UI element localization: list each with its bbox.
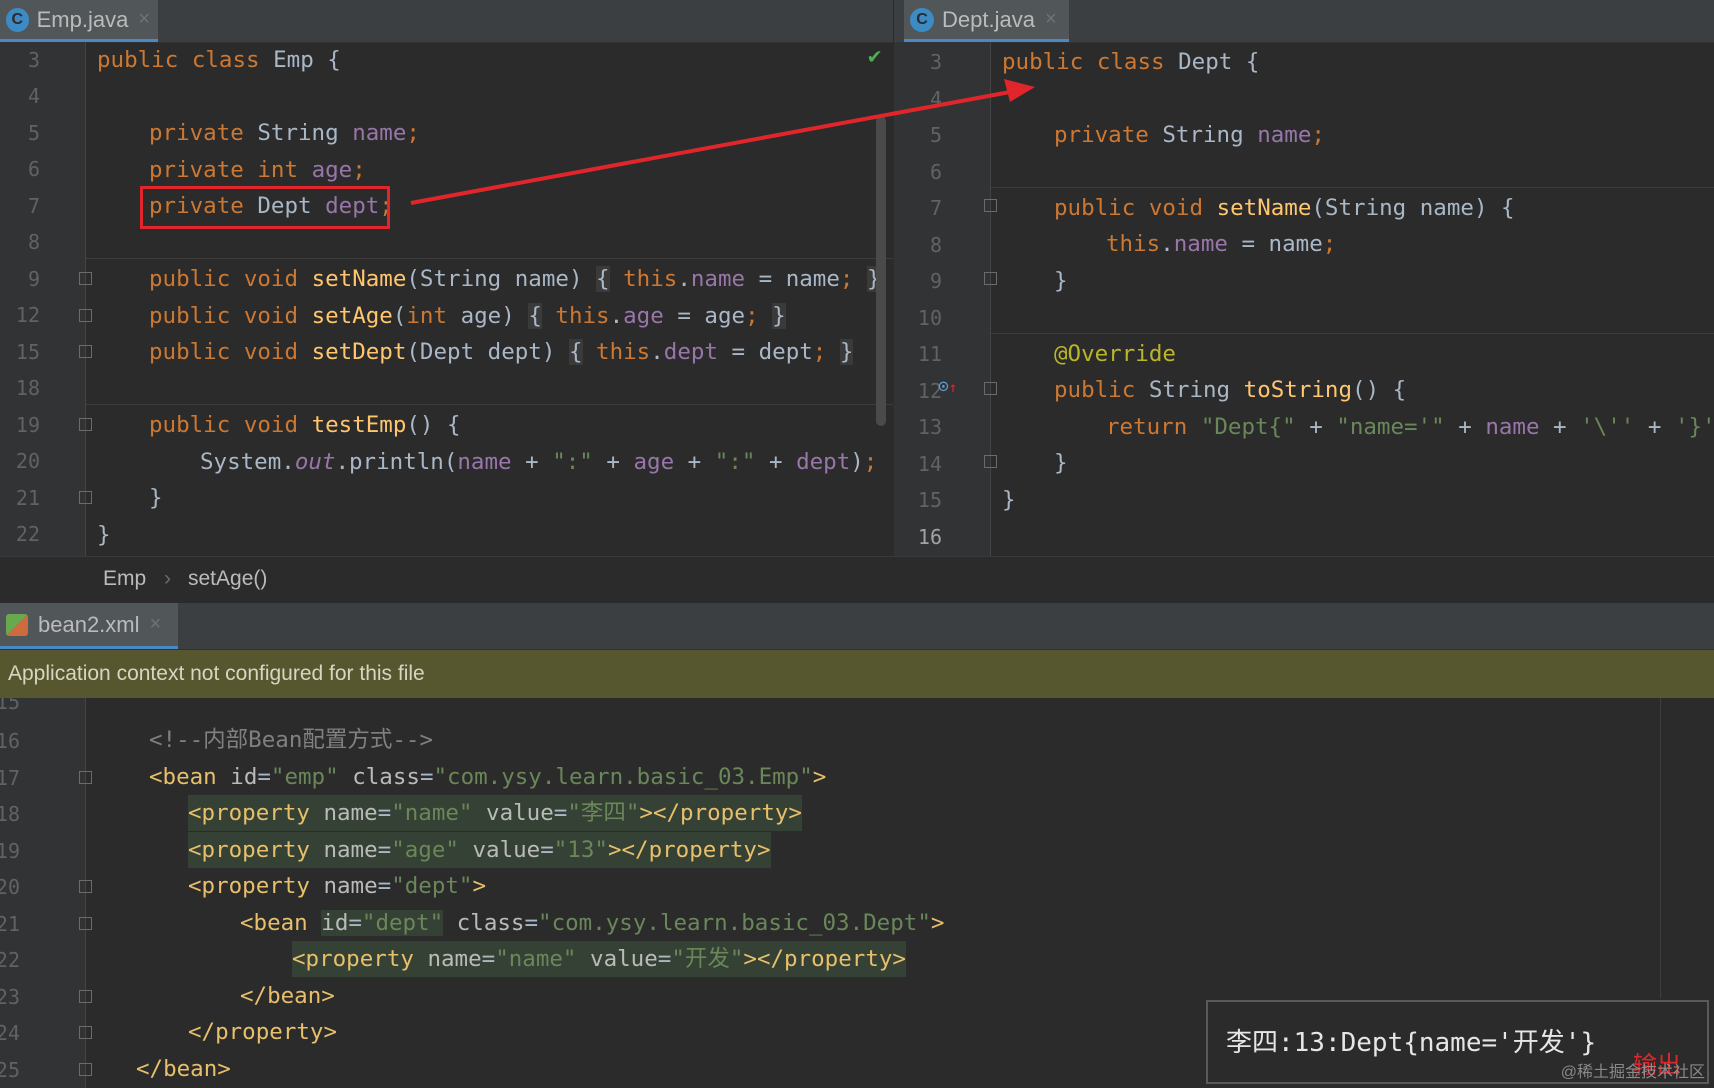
code-line: <property name="dept">: [188, 873, 487, 899]
code-line: <property name="name" value="开发"></prope…: [292, 941, 906, 977]
close-icon[interactable]: ×: [150, 613, 162, 636]
code-line: <property name="age" value="13"></proper…: [188, 832, 771, 868]
code-line: public class Emp {: [97, 47, 341, 73]
warning-banner: Application context not configured for t…: [0, 650, 1714, 698]
code-line: public String toString() {: [1054, 377, 1407, 403]
code-line: public void testEmp() {: [149, 412, 461, 438]
code-line: return "Dept{" + "name='" + name + '\'' …: [1106, 414, 1714, 440]
scrollbar[interactable]: [876, 116, 886, 426]
code-line: <!--内部Bean配置方式-->: [149, 727, 434, 753]
highlight-box: [140, 186, 390, 229]
code-line: public void setAge(int age) { this.age =…: [149, 303, 786, 329]
code-line: <bean id="emp" class="com.ysy.learn.basi…: [149, 764, 827, 790]
breadcrumb-separator: ›: [164, 567, 171, 590]
code-area[interactable]: public class Dept { private String name;…: [894, 0, 1714, 556]
code-line: private int age;: [149, 157, 366, 183]
code-line: public void setName(String name) {: [1054, 195, 1515, 221]
tab-bean2-xml[interactable]: bean2.xml ×: [0, 603, 178, 649]
watermark: @稀土掘金技术社区: [1560, 1064, 1705, 1081]
emp-editor-pane[interactable]: C Emp.java × 3 4 5 6 7 8 9 12 15 18 19 2…: [0, 0, 893, 556]
breadcrumb: Emp › setAge(): [0, 556, 1714, 603]
code-line: }: [1054, 450, 1068, 476]
output-text: 李四:13:Dept{name='开发'}: [1226, 1028, 1597, 1058]
code-area[interactable]: public class Emp { private String name; …: [0, 0, 893, 556]
xml-tab-bar: bean2.xml ×: [0, 603, 1714, 650]
code-line: System.out.println(name + ":" + age + ":…: [200, 449, 878, 475]
code-line: private String name;: [149, 120, 420, 146]
code-line: <bean id="dept" class="com.ysy.learn.bas…: [240, 910, 945, 936]
code-line: public class Dept {: [1002, 49, 1260, 75]
code-line: }: [97, 522, 111, 548]
output-box: 李四:13:Dept{name='开发'} 输出 @稀土掘金技术社区: [1206, 1000, 1709, 1084]
dept-editor-pane[interactable]: C Dept.java × 3 4 5 6 7 8 9 10 11 12 13 …: [894, 0, 1714, 556]
code-line: }: [1054, 268, 1068, 294]
code-line: </property>: [188, 1019, 338, 1045]
breadcrumb-item-method[interactable]: setAge(): [188, 567, 267, 591]
code-line: <property name="name" value="李四"></prope…: [188, 795, 802, 831]
code-line: }: [149, 485, 163, 511]
code-line: this.name = name;: [1106, 231, 1337, 257]
code-line: </bean>: [136, 1056, 231, 1082]
xml-file-icon: [6, 613, 28, 636]
code-line: public void setName(String name) { this.…: [149, 266, 881, 292]
code-line: public void setDept(Dept dept) { this.de…: [149, 339, 854, 365]
code-line: </bean>: [240, 983, 335, 1009]
tab-label: bean2.xml: [38, 611, 140, 637]
code-line: private String name;: [1054, 122, 1325, 148]
code-line: }: [1002, 487, 1016, 513]
breadcrumb-item-class[interactable]: Emp: [103, 567, 146, 591]
code-line: @Override: [1054, 341, 1176, 367]
